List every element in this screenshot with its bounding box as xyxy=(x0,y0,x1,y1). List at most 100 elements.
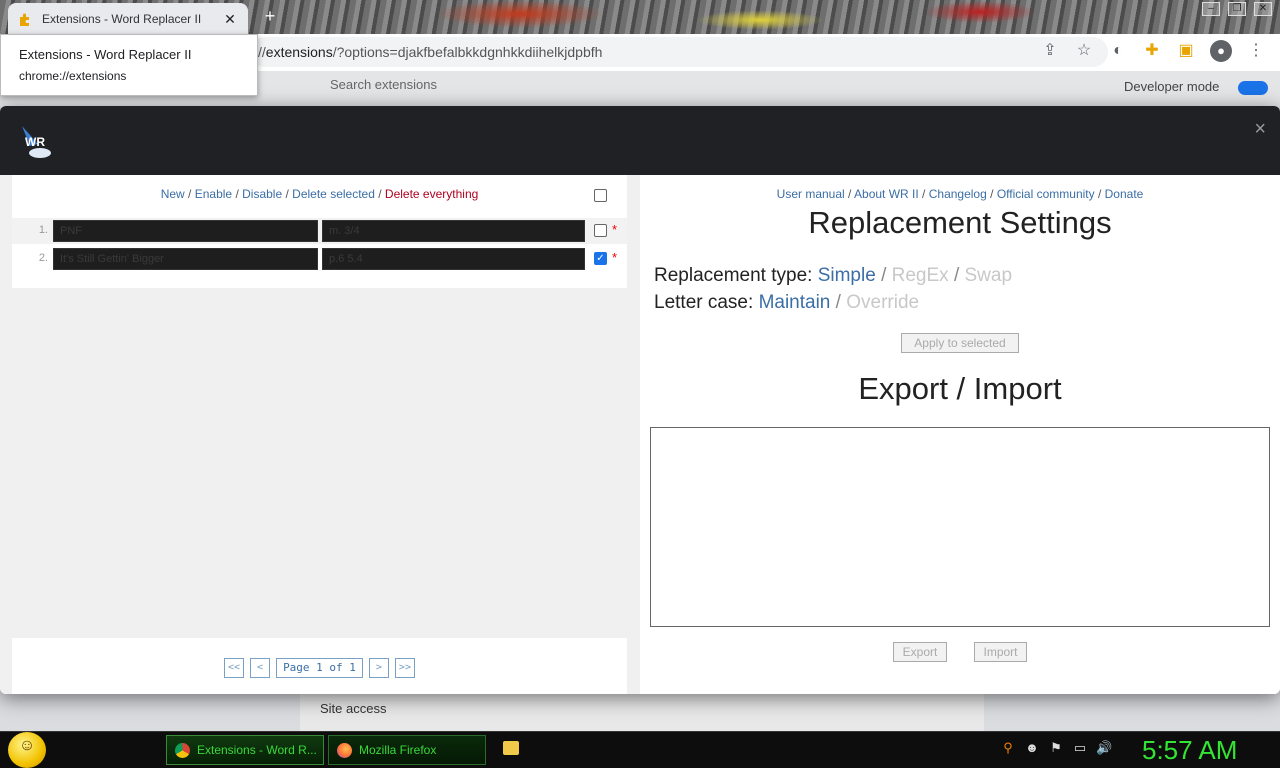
new-tab-button[interactable]: + xyxy=(262,7,278,25)
rule-row: 2. It's Still Gettin' Bigger p.6 5.4 ✓ * xyxy=(12,246,627,272)
enable-link[interactable]: Enable xyxy=(195,187,232,201)
dialog-close-icon[interactable]: × xyxy=(1254,118,1266,141)
close-tab-icon[interactable]: ✕ xyxy=(222,11,238,27)
settings-pane: User manual / About WR II / Changelog / … xyxy=(640,175,1280,694)
apply-to-selected-button[interactable]: Apply to selected xyxy=(901,333,1019,353)
letter-case-row: Letter case: Maintain / Override xyxy=(654,292,920,313)
case-override[interactable]: Override xyxy=(846,292,919,313)
rule-actions: New / Enable / Disable / Delete selected… xyxy=(160,187,479,201)
user-manual-link[interactable]: User manual xyxy=(777,187,845,201)
taskbar-item-chrome[interactable]: Extensions - Word R... xyxy=(166,735,324,765)
export-button[interactable]: Export xyxy=(893,642,947,662)
disable-link[interactable]: Disable xyxy=(242,187,282,201)
find-input[interactable]: PNF xyxy=(53,220,318,242)
share-icon[interactable]: ⇪ xyxy=(1040,41,1060,61)
rule-checkbox[interactable] xyxy=(594,224,607,237)
delete-everything-link[interactable]: Delete everything xyxy=(385,187,478,201)
replace-input[interactable]: p.6 5.4 xyxy=(322,248,585,270)
firefox-icon xyxy=(337,743,352,758)
side-panel-icon[interactable]: ▣ xyxy=(1176,41,1196,61)
minimize-icon[interactable]: – xyxy=(1202,2,1220,16)
system-tray: ⚲ ☻ ⚑ ▭ 🔊 xyxy=(1000,740,1112,756)
letter-case-label: Letter case: xyxy=(654,292,754,313)
taskbar-item-label: Mozilla Firefox xyxy=(359,743,437,757)
browser-tab[interactable]: Extensions - Word Replacer II ✕ xyxy=(8,3,248,34)
dialog-header: WR × xyxy=(0,106,1280,175)
case-maintain[interactable]: Maintain xyxy=(759,292,831,313)
taskbar-item-label: Extensions - Word R... xyxy=(197,743,317,757)
rule-checkbox-checked[interactable]: ✓ xyxy=(594,252,607,265)
rule-row: 1. PNF m. 3/4 * xyxy=(12,218,627,244)
profile-flag-icon[interactable]: ◐ xyxy=(1108,41,1128,61)
replacement-type-label: Replacement type: xyxy=(654,265,813,286)
rules-pane: New / Enable / Disable / Delete selected… xyxy=(0,175,640,694)
donate-link[interactable]: Donate xyxy=(1105,187,1144,201)
tooltip-url: chrome://extensions xyxy=(19,69,127,83)
developer-mode-label: Developer mode xyxy=(1124,79,1220,94)
url-host: extensions xyxy=(265,44,333,60)
start-button[interactable]: ☺ xyxy=(8,732,46,768)
close-window-icon[interactable]: ✕ xyxy=(1254,2,1272,16)
site-access-card: Site access xyxy=(300,691,984,731)
url-path: /?options=djakfbefalbkkdgnhkkdiihelkjdpb… xyxy=(332,44,603,60)
required-asterisk: * xyxy=(612,250,618,265)
folder-icon[interactable] xyxy=(503,741,519,755)
last-page-button[interactable]: >> xyxy=(394,658,415,678)
toolbar-icons: ⇪ ☆ ◐ ✚ ▣ ● ⋮ xyxy=(1040,40,1266,62)
find-input[interactable]: It's Still Gettin' Bigger xyxy=(53,248,318,270)
type-swap[interactable]: Swap xyxy=(965,265,1013,286)
about-link[interactable]: About WR II xyxy=(854,187,919,201)
developer-mode-toggle[interactable] xyxy=(1238,81,1268,95)
network-icon[interactable]: ▭ xyxy=(1072,740,1088,756)
taskbar-clock[interactable]: 5:57 AM xyxy=(1142,735,1237,766)
word-replacer-logo: WR xyxy=(22,126,51,158)
bookmark-star-icon[interactable]: ☆ xyxy=(1074,41,1094,61)
account-avatar-icon[interactable]: ● xyxy=(1210,40,1232,62)
logo-text: WR xyxy=(25,135,45,149)
page-indicator: Page 1 of 1 xyxy=(276,658,363,678)
smiley-icon: ☺ xyxy=(18,737,36,754)
flag-icon[interactable]: ⚑ xyxy=(1048,740,1064,756)
address-bar[interactable]: //extensions/?options=djakfbefalbkkdgnhk… xyxy=(250,37,1108,67)
pagination-card: << < Page 1 of 1 > >> xyxy=(12,638,627,694)
extensions-puzzle-icon[interactable]: ✚ xyxy=(1142,41,1162,61)
rule-number: 1. xyxy=(38,224,48,236)
next-page-button[interactable]: > xyxy=(368,658,389,678)
export-import-heading: Export / Import xyxy=(858,371,1062,406)
word-replacer-dialog: WR × New / Enable / Disable / Delete sel… xyxy=(0,106,1280,694)
import-button[interactable]: Import xyxy=(974,642,1027,662)
required-asterisk: * xyxy=(612,222,618,237)
puzzle-icon xyxy=(20,13,29,26)
settings-heading: Replacement Settings xyxy=(808,205,1112,240)
taskbar-item-firefox[interactable]: Mozilla Firefox xyxy=(328,735,486,765)
tab-hover-tooltip: Extensions - Word Replacer II chrome://e… xyxy=(0,34,258,96)
select-all-checkbox[interactable] xyxy=(594,189,607,202)
site-access-label: Site access xyxy=(320,701,387,716)
first-page-button[interactable]: << xyxy=(224,658,245,678)
prev-page-button[interactable]: < xyxy=(250,658,271,678)
export-import-textarea[interactable] xyxy=(650,427,1270,627)
menu-kebab-icon[interactable]: ⋮ xyxy=(1246,41,1266,61)
search-icon[interactable]: ⚲ xyxy=(1000,740,1016,756)
chrome-icon xyxy=(175,743,190,758)
restore-icon[interactable]: ❐ xyxy=(1228,2,1246,16)
volume-icon[interactable]: 🔊 xyxy=(1096,740,1112,756)
type-simple[interactable]: Simple xyxy=(818,265,876,286)
changelog-link[interactable]: Changelog xyxy=(929,187,987,201)
tooltip-title: Extensions - Word Replacer II xyxy=(19,47,192,62)
extensions-search[interactable]: Search extensions xyxy=(330,77,437,92)
chat-icon[interactable]: ☻ xyxy=(1024,740,1040,756)
rule-number: 2. xyxy=(38,252,48,264)
browser-tab-strip: Extensions - Word Replacer II ✕ + – ❐ ✕ xyxy=(0,0,1280,34)
type-regex[interactable]: RegEx xyxy=(892,265,949,286)
replacement-type-row: Replacement type: Simple / RegEx / Swap xyxy=(654,265,1013,286)
taskbar: ☺ Extensions - Word R... Mozilla Firefox… xyxy=(0,731,1280,768)
rules-card: New / Enable / Disable / Delete selected… xyxy=(12,175,627,288)
new-rule-link[interactable]: New xyxy=(161,187,185,201)
community-link[interactable]: Official community xyxy=(997,187,1095,201)
browser-tab-title: Extensions - Word Replacer II xyxy=(42,11,202,26)
help-links: User manual / About WR II / Changelog / … xyxy=(776,187,1144,201)
delete-selected-link[interactable]: Delete selected xyxy=(292,187,375,201)
window-controls: – ❐ ✕ xyxy=(1202,2,1272,16)
replace-input[interactable]: m. 3/4 xyxy=(322,220,585,242)
